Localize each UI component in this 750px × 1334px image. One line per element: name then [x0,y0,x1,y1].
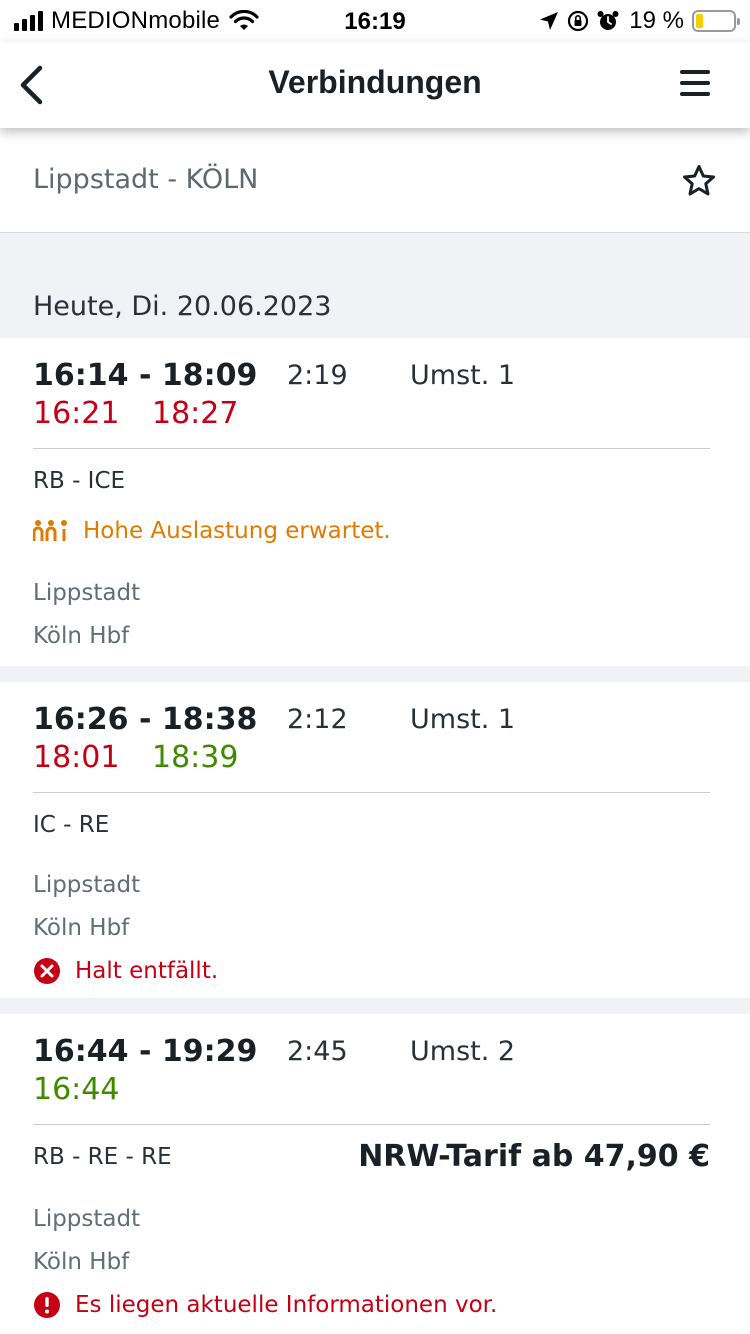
star-icon[interactable] [682,164,716,198]
connection-item[interactable]: 16:44 - 19:29 2:45 Umst. 2 16:44 RB - RE… [0,1014,750,1334]
products: RB - RE - RE [33,1144,172,1170]
duration: 2:12 [287,704,348,735]
cancel-icon [34,958,60,984]
info-text: Es liegen aktuelle Informationen vor. [75,1292,498,1318]
battery-level [696,14,703,28]
from-station: Lippstadt [33,1206,141,1232]
navigation-bar: Verbindungen [0,42,750,128]
status-bar: MEDIONmobile 16:19 19 % [0,0,750,42]
battery-percent: 19 % [629,7,684,34]
from-station: Lippstadt [33,872,141,898]
occupancy-text: Hohe Auslastung erwartet. [83,518,391,544]
location-arrow-icon [540,12,559,30]
price-label: NRW-Tarif ab 47,90 € [358,1139,710,1174]
connection-item[interactable]: 16:14 - 18:09 2:19 Umst. 1 16:21 18:27 R… [0,338,750,666]
separator [0,666,750,682]
transfers: Umst. 1 [410,360,516,391]
date-label: Heute, Di. 20.06.2023 [33,291,332,322]
from-station: Lippstadt [33,580,141,606]
cancellation-notice: Halt entfällt. [33,957,218,985]
realtime-departure: 16:21 [33,396,120,431]
to-station: Köln Hbf [33,915,130,941]
realtime-departure: 16:44 [33,1072,120,1107]
occupancy-notice: Hohe Auslastung erwartet. [33,518,391,544]
duration: 2:19 [287,360,348,391]
page-title: Verbindungen [268,64,482,100]
realtime-departure: 18:01 [33,740,120,775]
route-title: Lippstadt - KÖLN [33,164,259,195]
status-right: 19 % [539,7,740,34]
connection-item[interactable]: 16:26 - 18:38 2:12 Umst. 1 18:01 18:39 I… [0,682,750,998]
info-notice: Es liegen aktuelle Informationen vor. [33,1291,497,1319]
divider [33,1124,710,1125]
alert-icon [34,1292,60,1318]
date-header: Heute, Di. 20.06.2023 [0,233,750,338]
battery-icon [692,10,740,32]
realtime-arrival: 18:39 [152,740,239,775]
transfers: Umst. 2 [410,1036,516,1067]
products: RB - ICE [33,468,126,494]
alarm-clock-icon [597,11,619,30]
to-station: Köln Hbf [33,623,130,649]
planned-times: 16:14 - 18:09 [33,358,258,393]
divider [33,448,710,449]
transfers: Umst. 1 [410,704,516,735]
separator [0,998,750,1014]
divider [33,792,710,793]
menu-icon[interactable] [680,70,710,98]
occupancy-icon [33,520,67,541]
route-header: Lippstadt - KÖLN [0,128,750,233]
duration: 2:45 [287,1036,348,1067]
cancellation-text: Halt entfällt. [75,958,219,984]
rotation-lock-icon [568,10,589,32]
planned-times: 16:26 - 18:38 [33,702,258,737]
realtime-arrival: 18:27 [152,396,239,431]
to-station: Köln Hbf [33,1249,130,1275]
planned-times: 16:44 - 19:29 [33,1034,258,1069]
products: IC - RE [33,812,110,838]
